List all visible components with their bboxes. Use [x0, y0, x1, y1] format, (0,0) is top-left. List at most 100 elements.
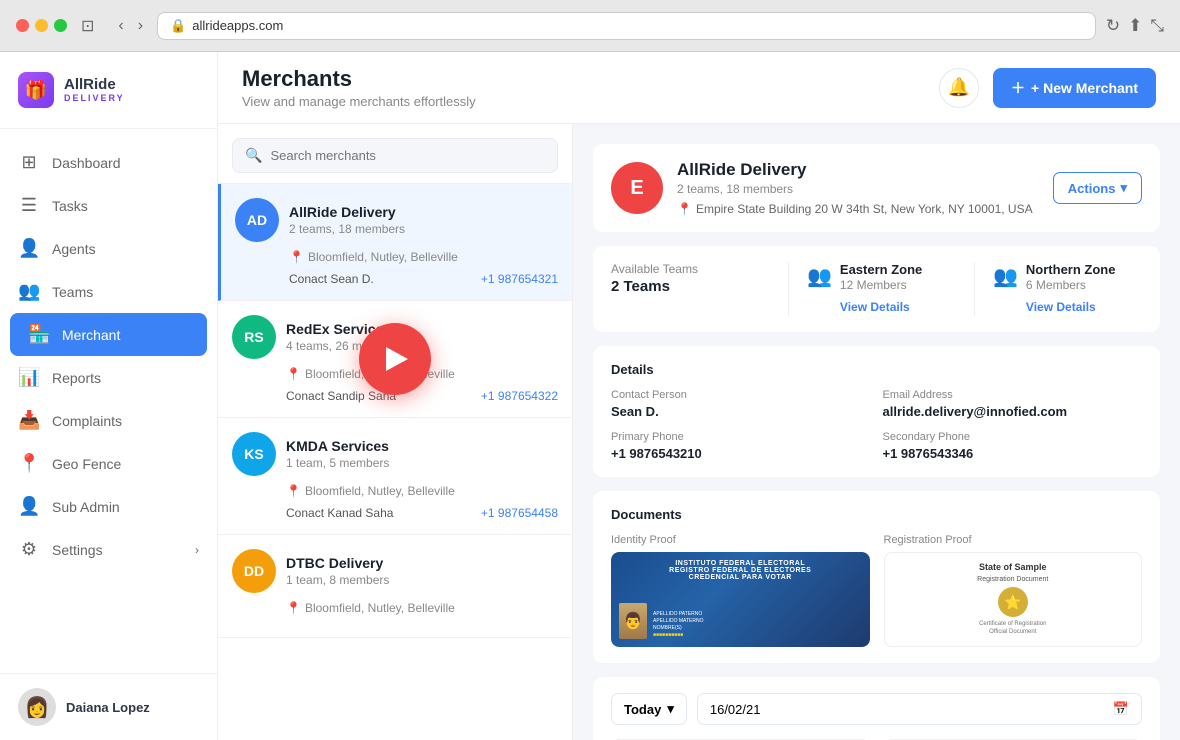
calendar-icon: 📅 [1113, 701, 1129, 717]
merchant-name: KMDA Services [286, 438, 389, 454]
search-input-wrap[interactable]: 🔍 [232, 138, 558, 173]
detail-address: 📍 Empire State Building 20 W 34th St, Ne… [677, 202, 1033, 216]
sidebar-item-tasks[interactable]: ☰ Tasks [0, 184, 217, 227]
reg-proof-mock: State of Sample Registration Document ⭐ … [884, 552, 1143, 647]
sidebar-item-settings[interactable]: ⚙ Settings › [0, 528, 217, 571]
northern-zone-link[interactable]: View Details [1026, 300, 1096, 314]
merchant-avatar: DD [232, 549, 276, 593]
merchant-name: DTBC Delivery [286, 555, 389, 571]
northern-zone-members: 6 Members [1026, 278, 1116, 292]
close-button[interactable] [16, 19, 29, 32]
available-teams-label: Available Teams [611, 262, 788, 276]
browser-actions: ↻ ⬆ ⤡ [1106, 16, 1164, 36]
settings-icon: ⚙ [18, 539, 40, 560]
sidebar-item-label: Geo Fence [52, 456, 121, 472]
minimize-button[interactable] [35, 19, 48, 32]
detail-header: E AllRide Delivery 2 teams, 18 members 📍… [593, 144, 1160, 232]
date-input[interactable]: 16/02/21 📅 [697, 693, 1142, 725]
play-triangle-icon [386, 347, 408, 371]
share-button[interactable]: ⬆ [1128, 16, 1142, 36]
search-input[interactable] [270, 148, 545, 163]
top-bar-actions: 🔔 ＋ + New Merchant [939, 68, 1156, 108]
logo-sub: DELIVERY [64, 93, 125, 103]
details-section-title: Details [611, 362, 1142, 377]
identity-proof-image: INSTITUTO FEDERAL ELECTORALREGISTRO FEDE… [611, 552, 870, 647]
merchant-location: 📍 Bloomfield, Nutley, Belleville [232, 601, 558, 615]
detail-members: 2 teams, 18 members [677, 182, 1033, 196]
available-teams-section: Available Teams 2 Teams [611, 262, 788, 316]
detail-panel: E AllRide Delivery 2 teams, 18 members 📍… [573, 124, 1180, 740]
eastern-zone-name: Eastern Zone [840, 262, 922, 277]
chevron-down-icon: ▾ [667, 701, 674, 717]
sidebar-item-label: Reports [52, 370, 101, 386]
details-contact-section: Details Contact Person Sean D. Email Add… [593, 346, 1160, 477]
sidebar-item-complaints[interactable]: 📥 Complaints [0, 399, 217, 442]
today-dropdown[interactable]: Today ▾ [611, 693, 687, 725]
back-button[interactable]: ‹ [114, 13, 127, 39]
northern-zone-name: Northern Zone [1026, 262, 1116, 277]
fullscreen-button[interactable]: ⤡ [1150, 16, 1164, 36]
merchant-card-kmda[interactable]: KS KMDA Services 1 team, 5 members 📍 Blo… [218, 418, 572, 535]
teams-icon: 👥 [18, 281, 40, 302]
primary-phone-value: +1 9876543210 [611, 446, 871, 461]
contact-person-value: Sean D. [611, 404, 871, 419]
address-bar[interactable]: 🔒 allrideapps.com [157, 12, 1096, 40]
sidebar-item-label: Complaints [52, 413, 122, 429]
merchant-location: 📍 Bloomfield, Nutley, Belleville [235, 250, 558, 264]
merchant-card-redex[interactable]: RS RedEx Services 4 teams, 26 members 📍 … [218, 301, 572, 418]
sidebar-item-geofence[interactable]: 📍 Geo Fence [0, 442, 217, 485]
merchant-teams: 1 team, 5 members [286, 456, 389, 470]
avatar: 👩 [18, 688, 56, 726]
actions-button[interactable]: Actions ▾ [1053, 172, 1142, 204]
secondary-phone-value: +1 9876543346 [883, 446, 1143, 461]
sidebar-toggle-button[interactable]: ⊡ [77, 12, 98, 40]
browser-nav: ‹ › [114, 13, 147, 39]
sidebar-item-reports[interactable]: 📊 Reports [0, 356, 217, 399]
primary-phone-label: Primary Phone [611, 431, 871, 443]
tasks-icon: ☰ [18, 195, 40, 216]
notification-button[interactable]: 🔔 [939, 68, 979, 108]
merchant-list: 🔍 AD AllRide Delivery 2 teams, 18 member… [218, 124, 573, 740]
sidebar-item-dashboard[interactable]: ⊞ Dashboard [0, 141, 217, 184]
merchant-card-dtbc[interactable]: DD DTBC Delivery 1 team, 8 members 📍 Blo… [218, 535, 572, 638]
merchant-location: 📍 Bloomfield, Nutley, Belleville [232, 484, 558, 498]
top-bar: Merchants View and manage merchants effo… [218, 52, 1180, 124]
registration-proof-label: Registration Proof [884, 534, 1143, 546]
secondary-phone-field: Secondary Phone +1 9876543346 [883, 431, 1143, 461]
sidebar-item-merchant[interactable]: 🏪 Merchant [10, 313, 207, 356]
page-header: Merchants View and manage merchants effo… [242, 66, 476, 109]
date-value: 16/02/21 [710, 702, 761, 717]
merchant-card-allride[interactable]: AD AllRide Delivery 2 teams, 18 members … [218, 184, 572, 301]
sidebar-item-teams[interactable]: 👥 Teams [0, 270, 217, 313]
maximize-button[interactable] [54, 19, 67, 32]
sidebar-item-subadmin[interactable]: 👤 Sub Admin [0, 485, 217, 528]
sidebar-item-label: Dashboard [52, 155, 121, 171]
eastern-zone: 👥 Eastern Zone 12 Members View Details [788, 262, 956, 316]
actions-label: Actions [1068, 181, 1116, 196]
docs-grid: Identity Proof INSTITUTO FEDERAL ELECTOR… [611, 534, 1142, 647]
secondary-phone-label: Secondary Phone [883, 431, 1143, 443]
registration-proof: Registration Proof State of Sample Regis… [884, 534, 1143, 647]
reload-button[interactable]: ↻ [1106, 16, 1120, 36]
chevron-right-icon: › [195, 543, 199, 557]
contact-person-field: Contact Person Sean D. [611, 389, 871, 419]
documents-section: Documents Identity Proof INSTITUTO FEDER… [593, 491, 1160, 663]
search-bar: 🔍 [218, 124, 572, 184]
play-button[interactable] [359, 323, 431, 395]
sidebar-item-agents[interactable]: 👤 Agents [0, 227, 217, 270]
eastern-zone-link[interactable]: View Details [840, 300, 910, 314]
page-title: Merchants [242, 66, 476, 92]
merchant-contact: Conact Sean D. +1 987654321 [235, 272, 558, 286]
complaints-icon: 📥 [18, 410, 40, 431]
new-merchant-button[interactable]: ＋ + New Merchant [993, 68, 1156, 108]
browser-chrome: ⊡ ‹ › 🔒 allrideapps.com ↻ ⬆ ⤡ [0, 0, 1180, 52]
forward-button[interactable]: › [134, 13, 147, 39]
sidebar-item-label: Teams [52, 284, 93, 300]
agents-icon: 👤 [18, 238, 40, 259]
merchant-avatar: KS [232, 432, 276, 476]
documents-title: Documents [611, 507, 1142, 522]
email-value: allride.delivery@innofied.com [883, 404, 1143, 419]
lock-icon: 🔒 [170, 18, 186, 34]
location-icon: 📍 [289, 250, 304, 264]
email-label: Email Address [883, 389, 1143, 401]
